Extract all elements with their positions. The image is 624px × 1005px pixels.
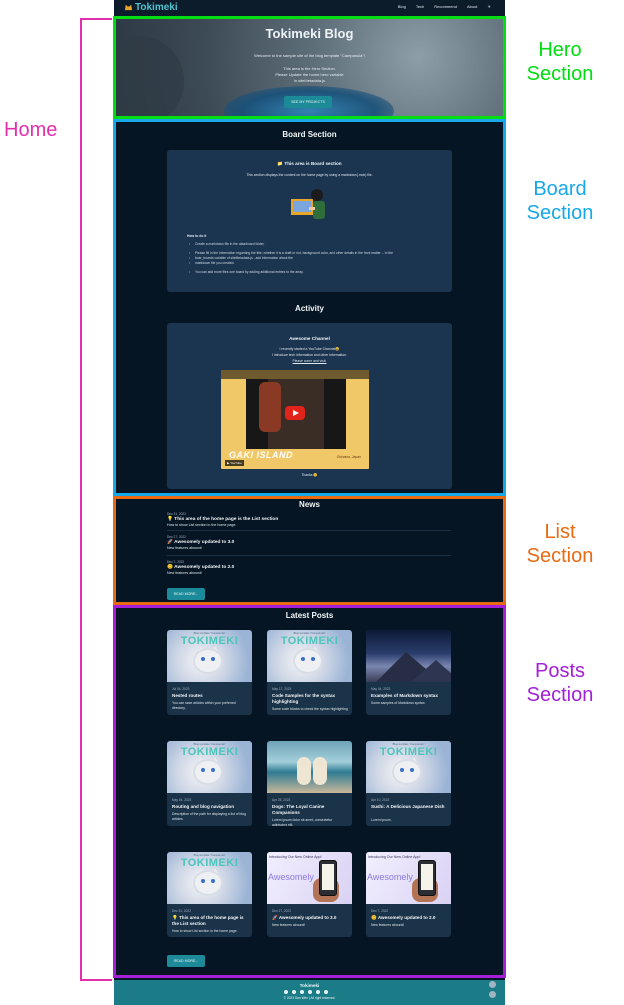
home-annotation: Home [4, 119, 58, 141]
nav-link-recommend[interactable]: Recommend [434, 4, 457, 9]
hero-annotation-line2: Section [526, 63, 594, 85]
posts-annotation-line2: Section [526, 684, 594, 706]
cat-logo-icon [124, 4, 133, 11]
footer-copyright: © 2023 Dan Wen | All right reserved. [283, 996, 336, 1000]
site-logo[interactable]: Tokimeki [124, 2, 178, 13]
site-footer: Tokimeki © 2023 Dan Wen | All right rese… [114, 980, 505, 1005]
youtube-icon[interactable] [316, 990, 320, 994]
logo-text: Tokimeki [135, 2, 178, 13]
hero-annotation: Hero Section [510, 38, 610, 86]
facebook-icon[interactable] [308, 990, 312, 994]
list-annotation-line2: Section [526, 545, 594, 567]
mail-icon[interactable] [284, 990, 288, 994]
scroll-top-icon[interactable] [489, 981, 496, 988]
footer-title: Tokimeki [299, 983, 320, 988]
list-annotation: List Section [510, 520, 610, 568]
hero-annotation-line1: Hero [538, 39, 582, 61]
footer-social-icons [284, 990, 328, 994]
board-section-outline [113, 119, 506, 496]
comment-icon[interactable] [489, 991, 496, 998]
board-annotation-line1: Board [533, 178, 587, 200]
home-bracket [80, 18, 112, 981]
twitter-icon[interactable] [300, 990, 304, 994]
board-annotation-line2: Section [526, 202, 594, 224]
theme-toggle-icon[interactable]: ☀ [487, 4, 491, 9]
hero-section-outline [113, 16, 506, 119]
posts-section-outline [113, 605, 506, 978]
linkedin-icon[interactable] [324, 990, 328, 994]
github-icon[interactable] [292, 990, 296, 994]
nav-link-about[interactable]: About [467, 4, 477, 9]
nav-link-tech[interactable]: Tech [416, 4, 424, 9]
list-annotation-line1: List [544, 521, 576, 543]
board-annotation: Board Section [510, 177, 610, 225]
nav-link-blog[interactable]: Blog [398, 4, 406, 9]
list-section-outline [113, 496, 506, 605]
posts-annotation: Posts Section [510, 659, 610, 707]
nav-links: Blog Tech Recommend About ☀ [398, 4, 491, 9]
top-navbar: Tokimeki Blog Tech Recommend About ☀ [114, 0, 505, 16]
posts-annotation-line1: Posts [534, 660, 586, 682]
